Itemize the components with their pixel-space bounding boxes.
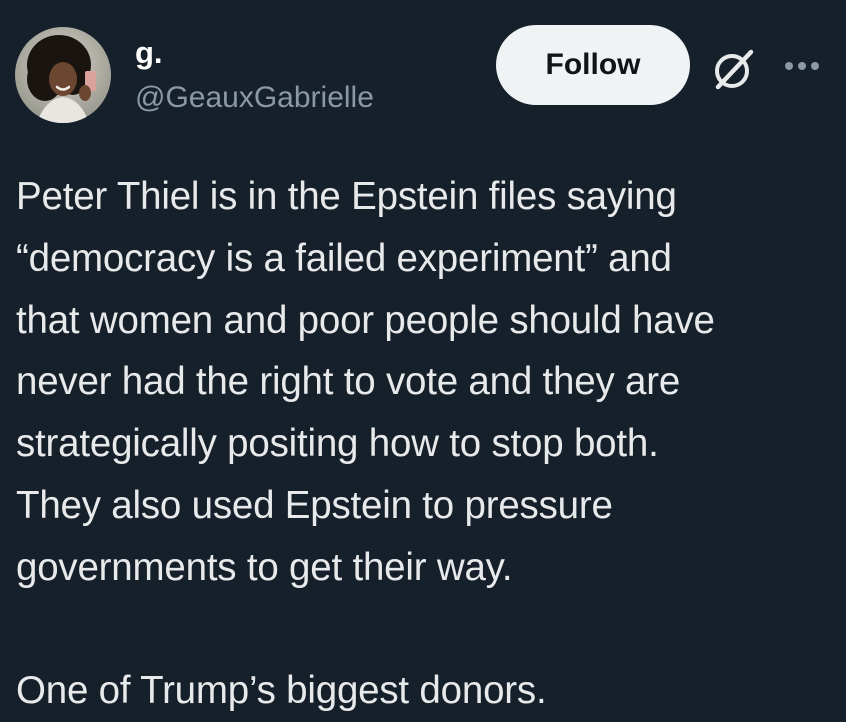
ellipsis-icon	[785, 62, 819, 70]
more-dots-icon[interactable]	[778, 44, 826, 88]
tweet-line: strategically positing how to stop both.	[16, 422, 659, 466]
grok-slash-circle-icon[interactable]	[708, 44, 758, 94]
tweet-line: They also used Epstein to pressure	[16, 483, 613, 527]
tweet-closing-line: One of Trump’s biggest donors.	[16, 669, 547, 713]
tweet-text: Peter Thiel is in the Epstein files sayi…	[16, 166, 831, 722]
tweet-line: governments to get their way.	[16, 545, 513, 589]
author-avatar[interactable]	[15, 27, 111, 123]
tweet-line: that women and poor people should have	[16, 298, 715, 342]
grok-glyph-icon	[715, 49, 754, 90]
tweet-card: g. @GeauxGabrielle Follow Peter Thiel is…	[0, 0, 846, 712]
tweet-line: “democracy is a failed experiment” and	[16, 236, 672, 280]
tweet-header: g. @GeauxGabrielle Follow	[0, 0, 846, 150]
author-display-name[interactable]: g.	[135, 35, 163, 71]
tweet-line: never had the right to vote and they are	[16, 360, 681, 404]
avatar-photo-icon	[15, 27, 111, 123]
tweet-line: Peter Thiel is in the Epstein files sayi…	[16, 175, 677, 218]
follow-button[interactable]: Follow	[496, 25, 690, 105]
author-handle[interactable]: @GeauxGabrielle	[135, 79, 374, 117]
